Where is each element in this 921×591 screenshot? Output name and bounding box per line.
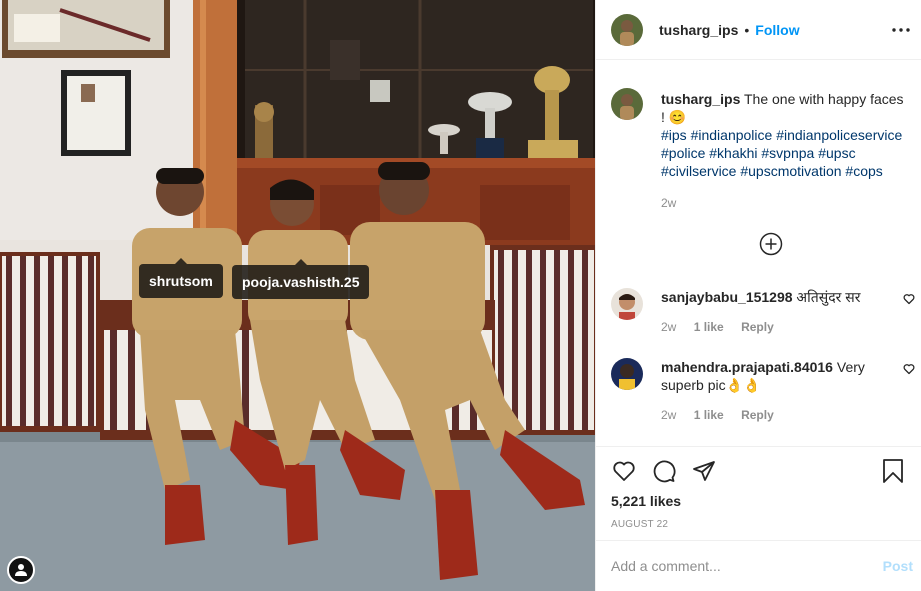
comment-likes[interactable]: 1 like bbox=[694, 408, 724, 422]
comment-heart-icon[interactable] bbox=[903, 362, 917, 376]
photo-user-tag[interactable]: shrutsom bbox=[139, 258, 223, 298]
author-avatar[interactable] bbox=[611, 13, 643, 46]
comment-input[interactable] bbox=[611, 558, 883, 574]
reply-button[interactable]: Reply bbox=[741, 408, 774, 422]
comment-heart-icon[interactable] bbox=[903, 292, 917, 306]
post-comment-button[interactable]: Post bbox=[883, 558, 913, 574]
likes-count[interactable]: 5,221 likes bbox=[611, 493, 906, 509]
post-caption: tusharg_ips The one with happy faces ! 😊… bbox=[611, 88, 906, 212]
comment-age[interactable]: 2w bbox=[661, 408, 676, 422]
comment-meta: 2w 1 like Reply bbox=[661, 318, 891, 336]
load-more-comments-icon[interactable] bbox=[759, 232, 783, 256]
share-icon[interactable] bbox=[691, 458, 717, 484]
comment-username[interactable]: sanjaybabu_151298 bbox=[661, 289, 793, 305]
post-header: tusharg_ips • Follow bbox=[596, 0, 921, 60]
action-icons bbox=[611, 447, 906, 495]
commenter-avatar[interactable] bbox=[611, 288, 643, 320]
comment-body: mahendra.prajapati.84016 Very superb pic… bbox=[661, 358, 891, 424]
caption-avatar[interactable] bbox=[611, 88, 643, 120]
more-options-icon[interactable] bbox=[889, 18, 913, 42]
bookmark-icon[interactable] bbox=[880, 458, 906, 484]
user-tag-icon[interactable] bbox=[7, 556, 35, 584]
comment-item: mahendra.prajapati.84016 Very superb pic… bbox=[611, 358, 917, 424]
post-date[interactable]: AUGUST 22 bbox=[611, 519, 906, 530]
reply-button[interactable]: Reply bbox=[741, 320, 774, 334]
post-side-panel: tusharg_ips • Follow tusharg_ips The one bbox=[595, 0, 921, 591]
caption-age[interactable]: 2w bbox=[661, 194, 906, 212]
follow-button[interactable]: Follow bbox=[755, 22, 799, 38]
author-username[interactable]: tusharg_ips bbox=[659, 22, 738, 38]
comment-likes[interactable]: 1 like bbox=[694, 320, 724, 334]
commenter-avatar[interactable] bbox=[611, 358, 643, 390]
comment-composer: Post bbox=[596, 540, 921, 591]
comment-body: sanjaybabu_151298 अतिसुंदर सर 2w 1 like … bbox=[661, 288, 891, 336]
caption-username[interactable]: tusharg_ips bbox=[661, 91, 740, 107]
post-actions: 5,221 likes AUGUST 22 bbox=[596, 446, 921, 540]
comment-item: sanjaybabu_151298 अतिसुंदर सर 2w 1 like … bbox=[611, 288, 917, 336]
comment-text: अतिसुंदर सर bbox=[796, 289, 861, 305]
comment-icon[interactable] bbox=[651, 458, 677, 484]
caption-hashtags[interactable]: #ips #indianpolice #indianpoliceservice … bbox=[661, 126, 906, 180]
comment-age[interactable]: 2w bbox=[661, 320, 676, 334]
post-photo[interactable]: shrutsom pooja.vashisth.25 bbox=[0, 0, 595, 591]
separator-dot: • bbox=[744, 21, 750, 38]
photo-user-tag[interactable]: pooja.vashisth.25 bbox=[232, 259, 370, 299]
caption-body: tusharg_ips The one with happy faces ! 😊… bbox=[661, 90, 906, 212]
comment-username[interactable]: mahendra.prajapati.84016 bbox=[661, 359, 833, 375]
heart-icon[interactable] bbox=[611, 458, 637, 484]
comment-meta: 2w 1 like Reply bbox=[661, 406, 891, 424]
